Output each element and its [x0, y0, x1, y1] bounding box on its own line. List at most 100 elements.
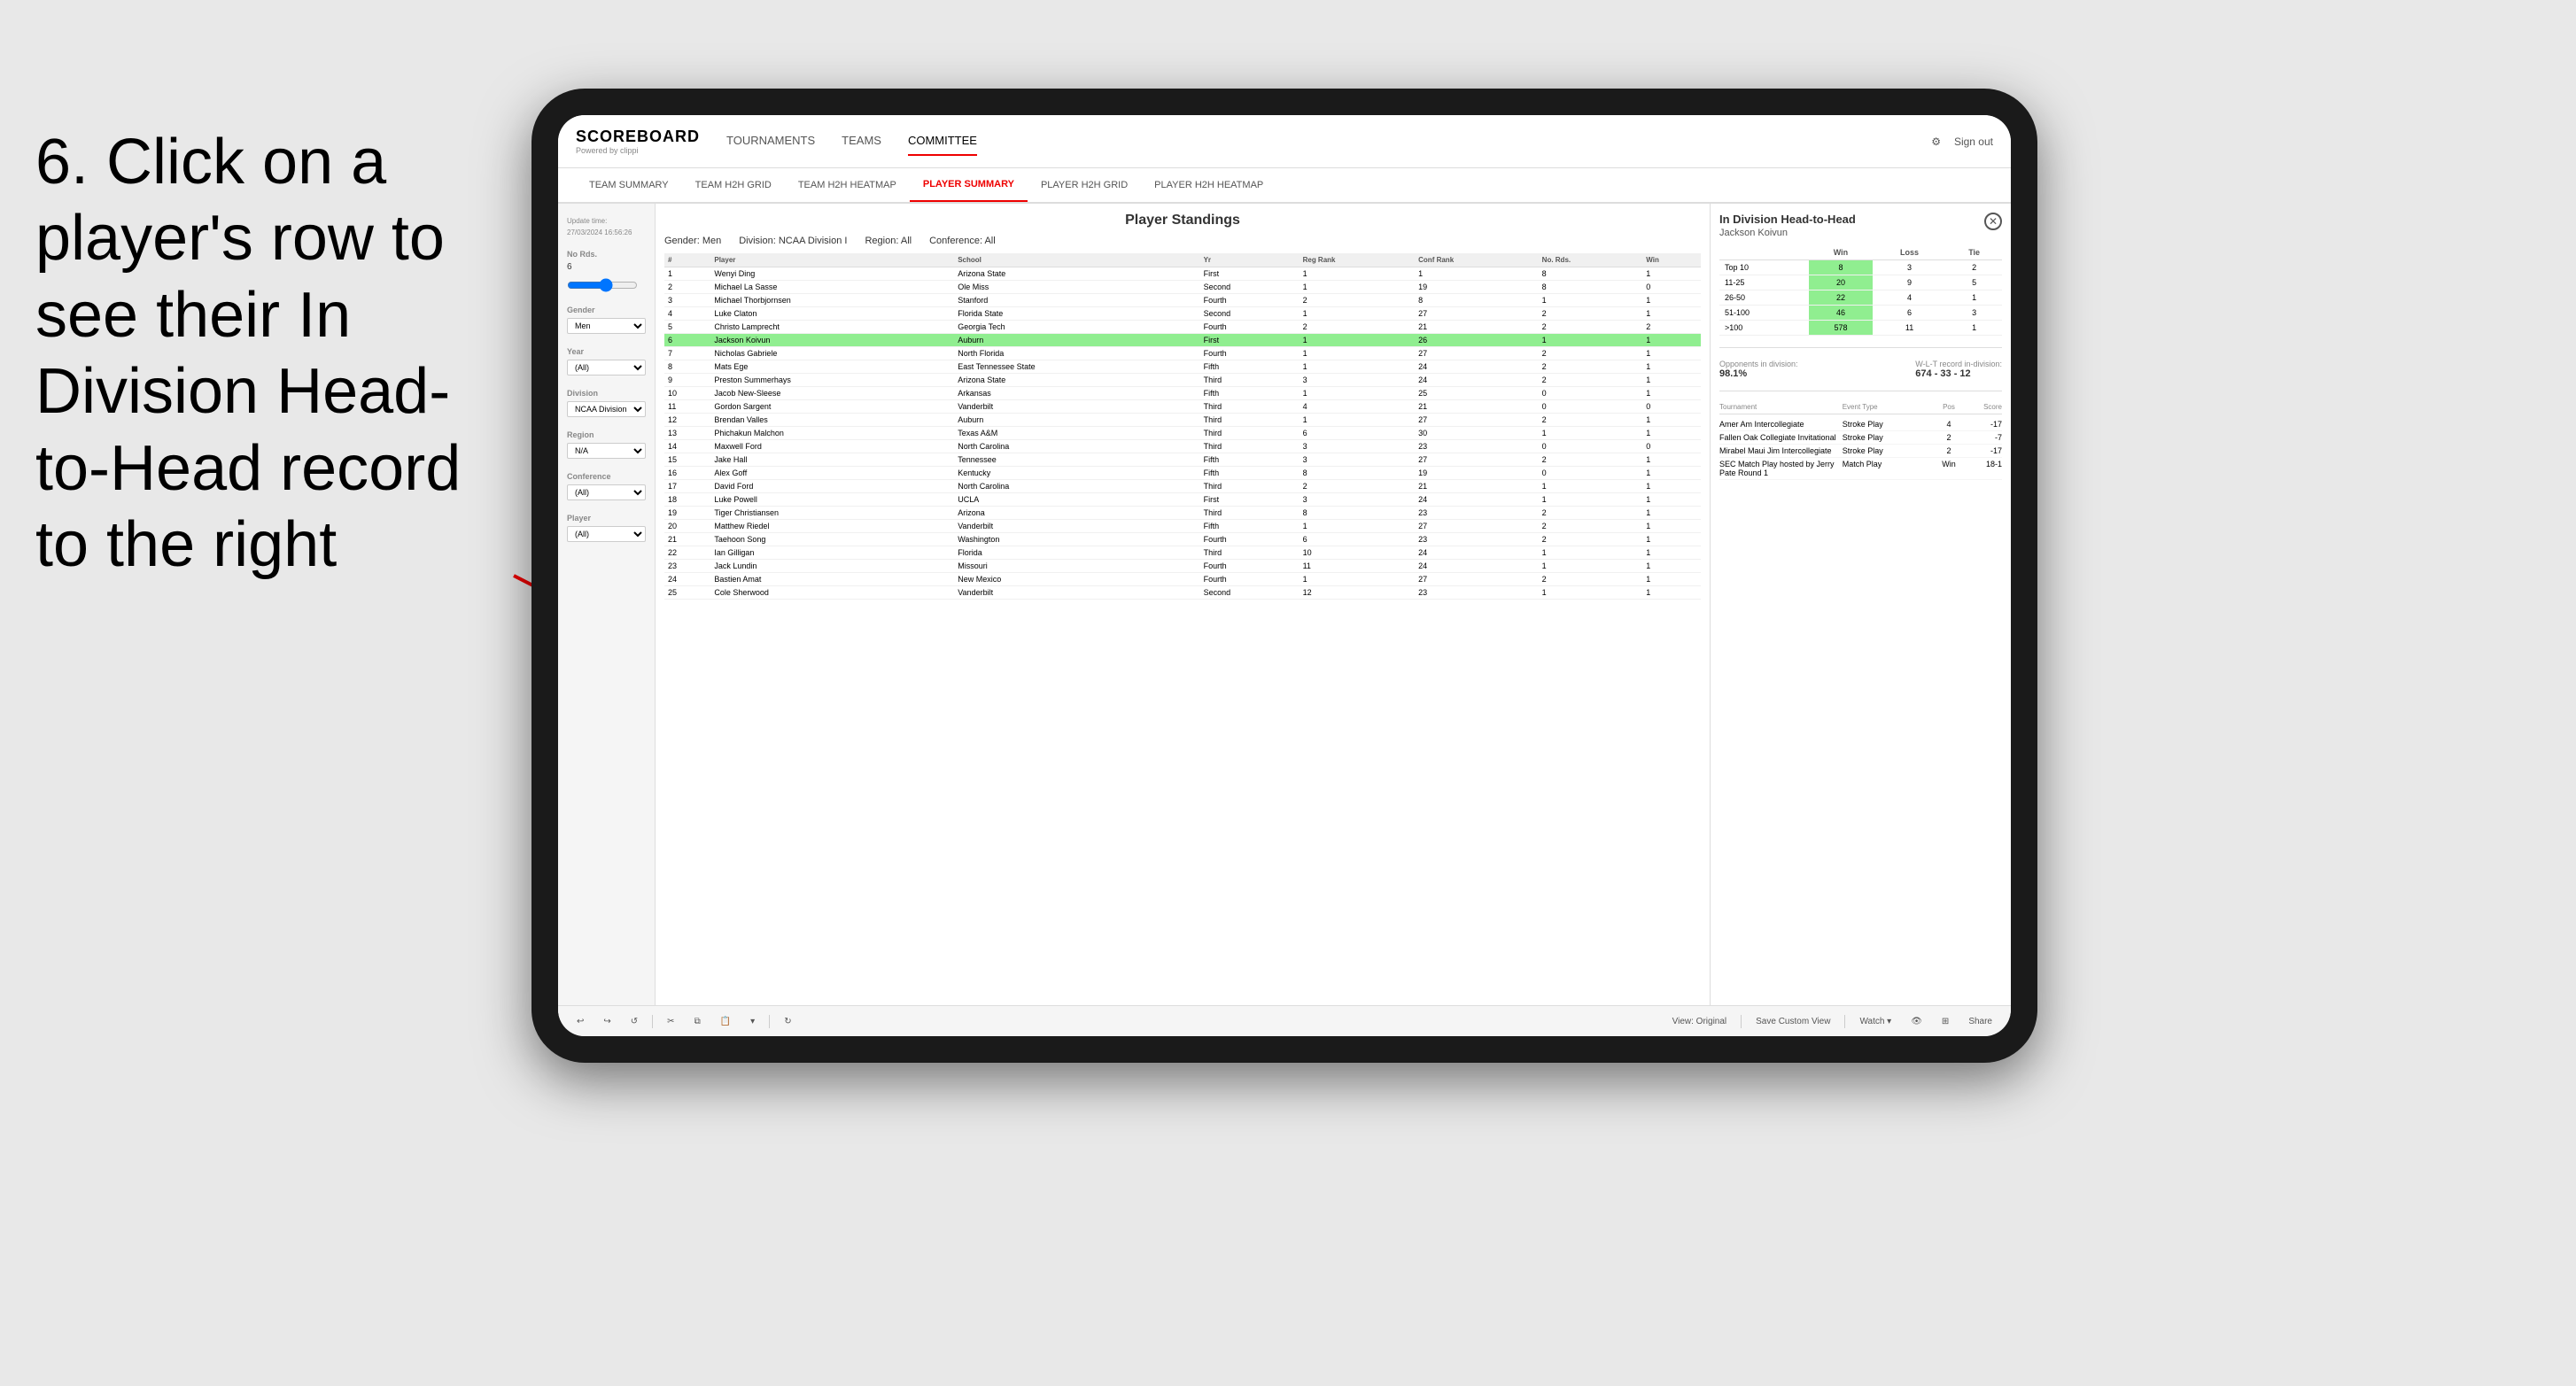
table-row[interactable]: 1 Wenyi Ding Arizona State First 1 1 8 1 [664, 267, 1701, 281]
cell-yr: Fourth [1200, 294, 1300, 307]
nav-tournaments[interactable]: TOURNAMENTS [726, 127, 815, 156]
col-win: Win [1642, 253, 1701, 267]
sub-nav-team-h2h-heatmap[interactable]: TEAM H2H HEATMAP [785, 168, 910, 202]
sidebar-region-label: Region [567, 430, 646, 439]
table-row[interactable]: 3 Michael Thorbjornsen Stanford Fourth 2… [664, 294, 1701, 307]
cut-btn[interactable]: ✂ [662, 1014, 679, 1029]
cell-reg: 12 [1300, 586, 1416, 600]
table-row[interactable]: 12 Brendan Valles Auburn Third 1 27 2 1 [664, 414, 1701, 427]
h2h-col-win: Win [1809, 245, 1873, 260]
table-row[interactable]: 9 Preston Summerhays Arizona State Third… [664, 374, 1701, 387]
cell-player: Jake Hall [710, 453, 954, 467]
no-rds-slider[interactable] [567, 278, 638, 292]
cell-conf: 23 [1415, 533, 1539, 546]
h2h-table: Win Loss Tie Top 10 8 3 2 11-25 20 9 5 2… [1719, 245, 2002, 336]
table-row[interactable]: 22 Ian Gilligan Florida Third 10 24 1 1 [664, 546, 1701, 560]
t-pos: Win [1936, 460, 1962, 477]
share-btn[interactable]: Share [1963, 1014, 1998, 1029]
col-school: School [954, 253, 1199, 267]
table-row[interactable]: 16 Alex Goff Kentucky Fifth 8 19 0 1 [664, 467, 1701, 480]
t-score: -7 [1967, 433, 2002, 442]
main-content: Update time: 27/03/2024 16:56:26 No Rds.… [558, 204, 2011, 1005]
table-row[interactable]: 17 David Ford North Carolina Third 2 21 … [664, 480, 1701, 493]
table-row[interactable]: 25 Cole Sherwood Vanderbilt Second 12 23… [664, 586, 1701, 600]
h2h-cell-loss: 11 [1873, 321, 1946, 336]
table-row[interactable]: 5 Christo Lamprecht Georgia Tech Fourth … [664, 321, 1701, 334]
table-row[interactable]: 19 Tiger Christiansen Arizona Third 8 23… [664, 507, 1701, 520]
table-row[interactable]: 2 Michael La Sasse Ole Miss Second 1 19 … [664, 281, 1701, 294]
toolbar-icon-2[interactable]: ⊞ [1936, 1014, 1954, 1029]
more-btn[interactable]: ▾ [745, 1014, 760, 1029]
redo2-btn[interactable]: ↺ [625, 1014, 643, 1029]
watch-btn[interactable]: Watch ▾ [1854, 1014, 1897, 1029]
table-row[interactable]: 14 Maxwell Ford North Carolina Third 3 2… [664, 440, 1701, 453]
sub-nav-player-h2h-heatmap[interactable]: PLAYER H2H HEATMAP [1141, 168, 1276, 202]
cell-player: Ian Gilligan [710, 546, 954, 560]
cell-rds: 1 [1539, 493, 1643, 507]
copy-btn[interactable]: ⧉ [689, 1014, 706, 1029]
sidebar-update-label: Update time: [567, 217, 646, 225]
t-type: Stroke Play [1843, 446, 1931, 455]
sub-nav-team-summary[interactable]: TEAM SUMMARY [576, 168, 682, 202]
undo-btn[interactable]: ↩ [571, 1014, 589, 1029]
refresh-btn[interactable]: ↻ [779, 1014, 796, 1029]
view-original-btn[interactable]: View: Original [1667, 1014, 1733, 1029]
cell-yr: Second [1200, 586, 1300, 600]
redo-btn[interactable]: ↪ [598, 1014, 616, 1029]
cell-rds: 2 [1539, 453, 1643, 467]
sidebar-gender: Gender Men [567, 306, 646, 334]
cell-yr: Third [1200, 480, 1300, 493]
table-row[interactable]: 8 Mats Ege East Tennessee State Fifth 1 … [664, 360, 1701, 374]
sidebar-region-select[interactable]: N/A [567, 443, 646, 459]
table-row[interactable]: 18 Luke Powell UCLA First 3 24 1 1 [664, 493, 1701, 507]
sidebar-gender-select[interactable]: Men [567, 318, 646, 334]
table-row[interactable]: 11 Gordon Sargent Vanderbilt Third 4 21 … [664, 400, 1701, 414]
cell-yr: First [1200, 493, 1300, 507]
sidebar-division-select[interactable]: NCAA Division I [567, 401, 646, 417]
paste-btn[interactable]: 📋 [715, 1014, 736, 1029]
sub-nav-player-h2h-grid[interactable]: PLAYER H2H GRID [1028, 168, 1141, 202]
cell-conf: 23 [1415, 440, 1539, 453]
cell-conf: 24 [1415, 493, 1539, 507]
cell-reg: 3 [1300, 440, 1416, 453]
cell-player: Taehoon Song [710, 533, 954, 546]
table-row[interactable]: 6 Jackson Koivun Auburn First 1 26 1 1 [664, 334, 1701, 347]
col-player: Player [710, 253, 954, 267]
sidebar-player-select[interactable]: (All) [567, 526, 646, 542]
table-row[interactable]: 21 Taehoon Song Washington Fourth 6 23 2… [664, 533, 1701, 546]
table-row[interactable]: 13 Phichakun Malchon Texas A&M Third 6 3… [664, 427, 1701, 440]
close-button[interactable]: ✕ [1984, 213, 2002, 230]
table-row[interactable]: 4 Luke Claton Florida State Second 1 27 … [664, 307, 1701, 321]
cell-reg: 1 [1300, 267, 1416, 281]
cell-rank: 2 [664, 281, 710, 294]
toolbar-sep-3 [1741, 1015, 1742, 1028]
table-row[interactable]: 15 Jake Hall Tennessee Fifth 3 27 2 1 [664, 453, 1701, 467]
h2h-cell-label: >100 [1719, 321, 1809, 336]
sidebar-year-select[interactable]: (All) [567, 360, 646, 376]
sidebar-conference-select[interactable]: (All) [567, 484, 646, 500]
sub-nav-player-summary[interactable]: PLAYER SUMMARY [910, 168, 1028, 202]
h2h-cell-tie: 3 [1946, 306, 2002, 321]
cell-win: 1 [1642, 307, 1701, 321]
nav-teams[interactable]: TEAMS [842, 127, 881, 156]
sign-out-link[interactable]: Sign out [1954, 136, 1993, 148]
toolbar-icon-1[interactable]: 👁 [1905, 1014, 1928, 1029]
h2h-divider [1719, 347, 2002, 348]
table-row[interactable]: 10 Jacob New-Sleese Arkansas Fifth 1 25 … [664, 387, 1701, 400]
cell-rank: 12 [664, 414, 710, 427]
cell-yr: Fifth [1200, 360, 1300, 374]
cell-reg: 8 [1300, 467, 1416, 480]
save-custom-btn[interactable]: Save Custom View [1750, 1014, 1835, 1029]
table-row[interactable]: 24 Bastien Amat New Mexico Fourth 1 27 2… [664, 573, 1701, 586]
h2h-col-loss: Loss [1873, 245, 1946, 260]
sub-nav-team-h2h-grid[interactable]: TEAM H2H GRID [682, 168, 785, 202]
cell-yr: Third [1200, 440, 1300, 453]
table-row[interactable]: 20 Matthew Riedel Vanderbilt Fifth 1 27 … [664, 520, 1701, 533]
cell-conf: 24 [1415, 374, 1539, 387]
nav-committee[interactable]: COMMITTEE [908, 127, 977, 156]
table-row[interactable]: 7 Nicholas Gabriele North Florida Fourth… [664, 347, 1701, 360]
tournament-row: SEC Match Play hosted by Jerry Pate Roun… [1719, 458, 2002, 480]
cell-player: Gordon Sargent [710, 400, 954, 414]
table-row[interactable]: 23 Jack Lundin Missouri Fourth 11 24 1 1 [664, 560, 1701, 573]
logo-scoreboard: SCOREBOARD [576, 128, 700, 146]
